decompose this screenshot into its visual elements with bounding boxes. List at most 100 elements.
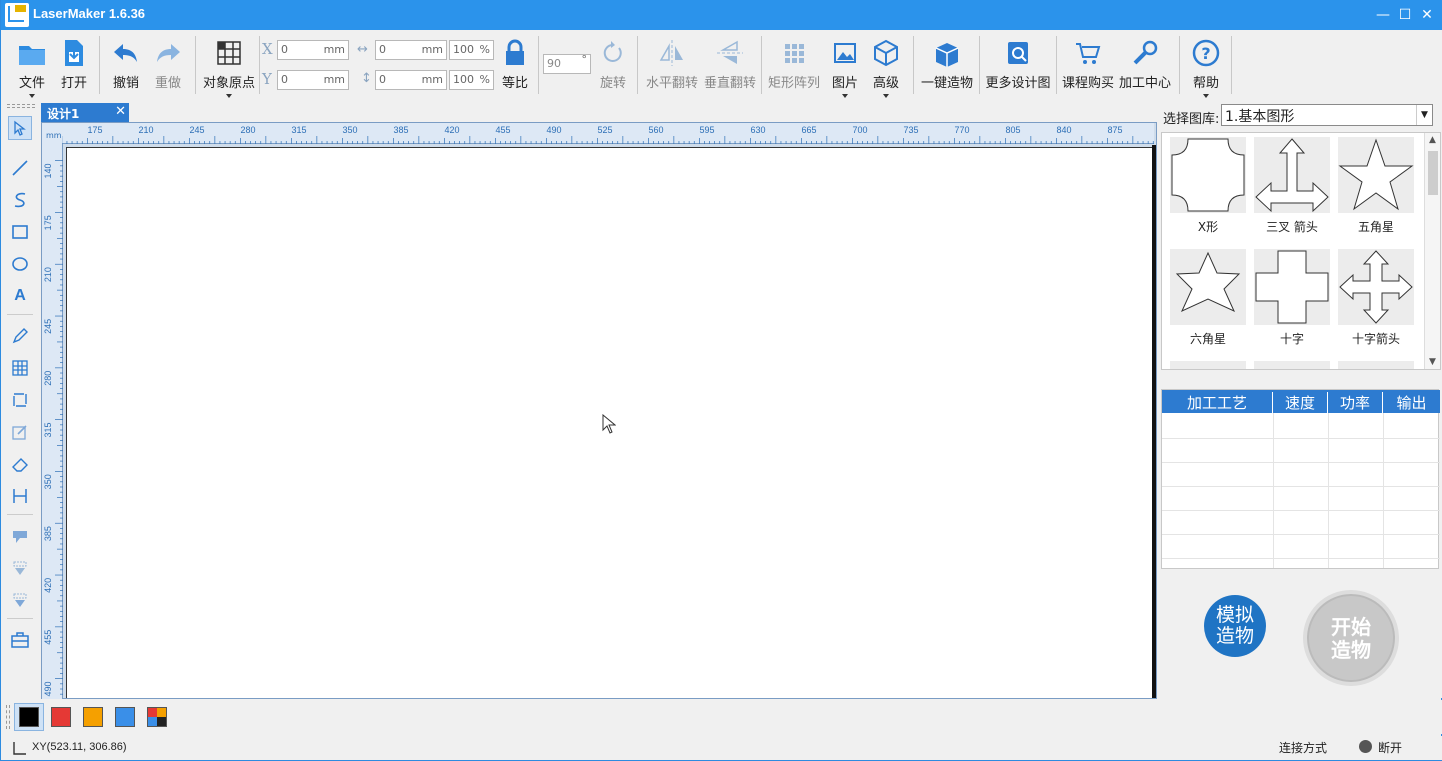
toolbox-icon[interactable] — [8, 628, 32, 652]
rect-array-button[interactable]: 矩形阵列 — [767, 34, 821, 96]
ruler-label-h: 245 — [189, 125, 204, 135]
height-field[interactable]: 0 mm — [375, 70, 447, 90]
connection-mode-label[interactable]: 连接方式 — [1279, 739, 1327, 756]
file-label: 文件 — [18, 76, 45, 91]
line-tool-icon[interactable] — [8, 156, 32, 180]
help-button[interactable]: ? 帮助 — [1187, 34, 1225, 98]
y-position-field[interactable]: 0 mm — [277, 70, 349, 90]
shape-item-x[interactable]: X形 — [1170, 137, 1246, 235]
shape-item-trident-arrow[interactable]: 三叉 箭头 — [1254, 137, 1330, 235]
select-tool-icon[interactable] — [8, 116, 32, 140]
ellipse-tool-icon[interactable] — [8, 252, 32, 276]
align-down-tool-icon[interactable] — [8, 556, 32, 580]
tab-design1[interactable]: 设计1 ✕ — [41, 103, 129, 122]
file-button[interactable]: 文件 — [11, 34, 53, 98]
designs-icon — [1008, 42, 1028, 64]
scale-width-field[interactable]: 100% — [449, 40, 494, 60]
ruler-label-h: 490 — [546, 125, 561, 135]
chevron-down-icon — [883, 94, 889, 98]
five-star-icon — [1338, 138, 1414, 211]
more-designs-button[interactable]: 更多设计图 — [985, 34, 1051, 96]
width-field[interactable]: 0 mm — [375, 40, 447, 60]
shape-item-cross[interactable]: 十字 — [1254, 249, 1330, 347]
chevron-down-icon — [842, 94, 848, 98]
right-panel: 选择图库: 1.基本图形 ▼ X形 三叉 箭头 五角星 六角星 十字 十字箭头 … — [1159, 100, 1442, 698]
shape-item-five-star[interactable]: 五角星 — [1338, 137, 1414, 235]
ruler-label-v: 280 — [43, 371, 53, 386]
align-up-tool-icon[interactable] — [8, 588, 32, 612]
ruler-label-v: 350 — [43, 474, 53, 489]
color-swatch[interactable] — [83, 707, 103, 727]
advanced-button[interactable]: 高级 — [867, 34, 905, 98]
color-swatch[interactable] — [19, 707, 39, 727]
tab-close-icon[interactable]: ✕ — [115, 104, 126, 119]
image-icon — [834, 43, 856, 63]
measure-tool-icon[interactable] — [8, 484, 32, 508]
ruler-label-h: 175 — [87, 125, 102, 135]
fill-tool-icon[interactable] — [8, 524, 32, 548]
vertical-flip-icon — [717, 40, 743, 64]
gallery-scrollbar[interactable]: ▲ ▼ — [1424, 133, 1440, 369]
oneclick-label: 一键造物 — [920, 76, 973, 91]
redo-button[interactable]: 重做 — [149, 34, 187, 96]
pencil-tool-icon[interactable] — [8, 324, 32, 348]
shape-item-six-star[interactable]: 六角星 — [1170, 249, 1246, 347]
rotate-angle-field[interactable]: 90 ° — [543, 53, 591, 74]
x-position-field[interactable]: 0 mm — [277, 40, 349, 60]
text-tool-icon[interactable]: A — [8, 284, 32, 308]
library-label: 选择图库: — [1163, 112, 1220, 127]
grid-origin-icon — [217, 41, 241, 65]
ruler-label-v: 490 — [43, 681, 53, 696]
chevron-down-icon — [226, 94, 232, 98]
color-swatch[interactable] — [115, 707, 135, 727]
processing-center-button[interactable]: 加工中心 — [1117, 34, 1173, 96]
ruler-label-h: 840 — [1056, 125, 1071, 135]
color-swatch[interactable] — [51, 707, 71, 727]
curve-tool-icon[interactable] — [8, 188, 32, 212]
frame-tool-icon[interactable] — [8, 388, 32, 412]
library-select[interactable]: 1.基本图形 ▼ — [1221, 104, 1433, 126]
close-button[interactable]: ✕ — [1417, 5, 1437, 25]
redo-label: 重做 — [154, 76, 181, 91]
simulate-label: 模拟造物 — [1215, 604, 1254, 647]
trident-arrow-icon — [1255, 138, 1329, 213]
maximize-button[interactable]: ☐ — [1395, 5, 1415, 25]
ruler-label-h: 735 — [903, 125, 918, 135]
start-label: 开始造物 — [1331, 615, 1371, 662]
table-tool-icon[interactable] — [8, 356, 32, 380]
help-label: 帮助 — [1192, 76, 1219, 91]
tab-label: 设计1 — [47, 107, 80, 121]
simulate-button[interactable]: 模拟造物 — [1204, 595, 1266, 657]
cart-icon — [1076, 43, 1101, 64]
rotate-button[interactable]: 旋转 — [595, 34, 631, 96]
eraser-tool-icon[interactable] — [8, 452, 32, 476]
one-click-make-button[interactable]: 一键造物 — [919, 34, 975, 96]
course-purchase-button[interactable]: 课程购买 — [1061, 34, 1115, 96]
start-button[interactable]: 开始造物 — [1303, 590, 1399, 686]
horizontal-flip-button[interactable]: 水平翻转 — [645, 34, 699, 96]
horizontal-flip-icon — [659, 40, 683, 66]
vertical-flip-button[interactable]: 垂直翻转 — [703, 34, 757, 96]
process-table-header: 加工工艺 速度 功率 输出 — [1162, 390, 1440, 413]
title-bar: LaserMaker 1.6.36 — ☐ ✕ — [1, 0, 1442, 30]
rectangle-tool-icon[interactable] — [8, 220, 32, 244]
origin-label: 对象原点 — [202, 76, 255, 91]
image-button[interactable]: 图片 — [827, 34, 863, 98]
mouse-cursor-icon — [602, 414, 616, 434]
ruler-label-v: 140 — [43, 163, 53, 178]
scrollbar-thumb[interactable] — [1428, 151, 1438, 195]
wrench-gear-icon — [1133, 40, 1158, 65]
canvas-area[interactable]: mm 175 210 245 280 315 350 385 420 455 490 525 560 5… — [41, 122, 1157, 699]
lock-ratio-button[interactable]: 等比 — [498, 34, 532, 96]
undo-button[interactable]: 撤销 — [107, 34, 145, 96]
open-button[interactable]: 打开 — [55, 34, 93, 96]
minimize-button[interactable]: — — [1373, 5, 1393, 25]
scale-height-field[interactable]: 100% — [449, 70, 494, 90]
array-grid-icon — [785, 44, 804, 63]
more-label: 更多设计图 — [985, 76, 1051, 91]
object-origin-button[interactable]: 对象原点 — [201, 34, 257, 98]
color-swatch[interactable] — [147, 707, 167, 727]
edit-tool-icon[interactable] — [8, 420, 32, 444]
shape-item-cross-arrow[interactable]: 十字箭头 — [1338, 249, 1414, 347]
cross-arrow-icon — [1339, 250, 1413, 324]
